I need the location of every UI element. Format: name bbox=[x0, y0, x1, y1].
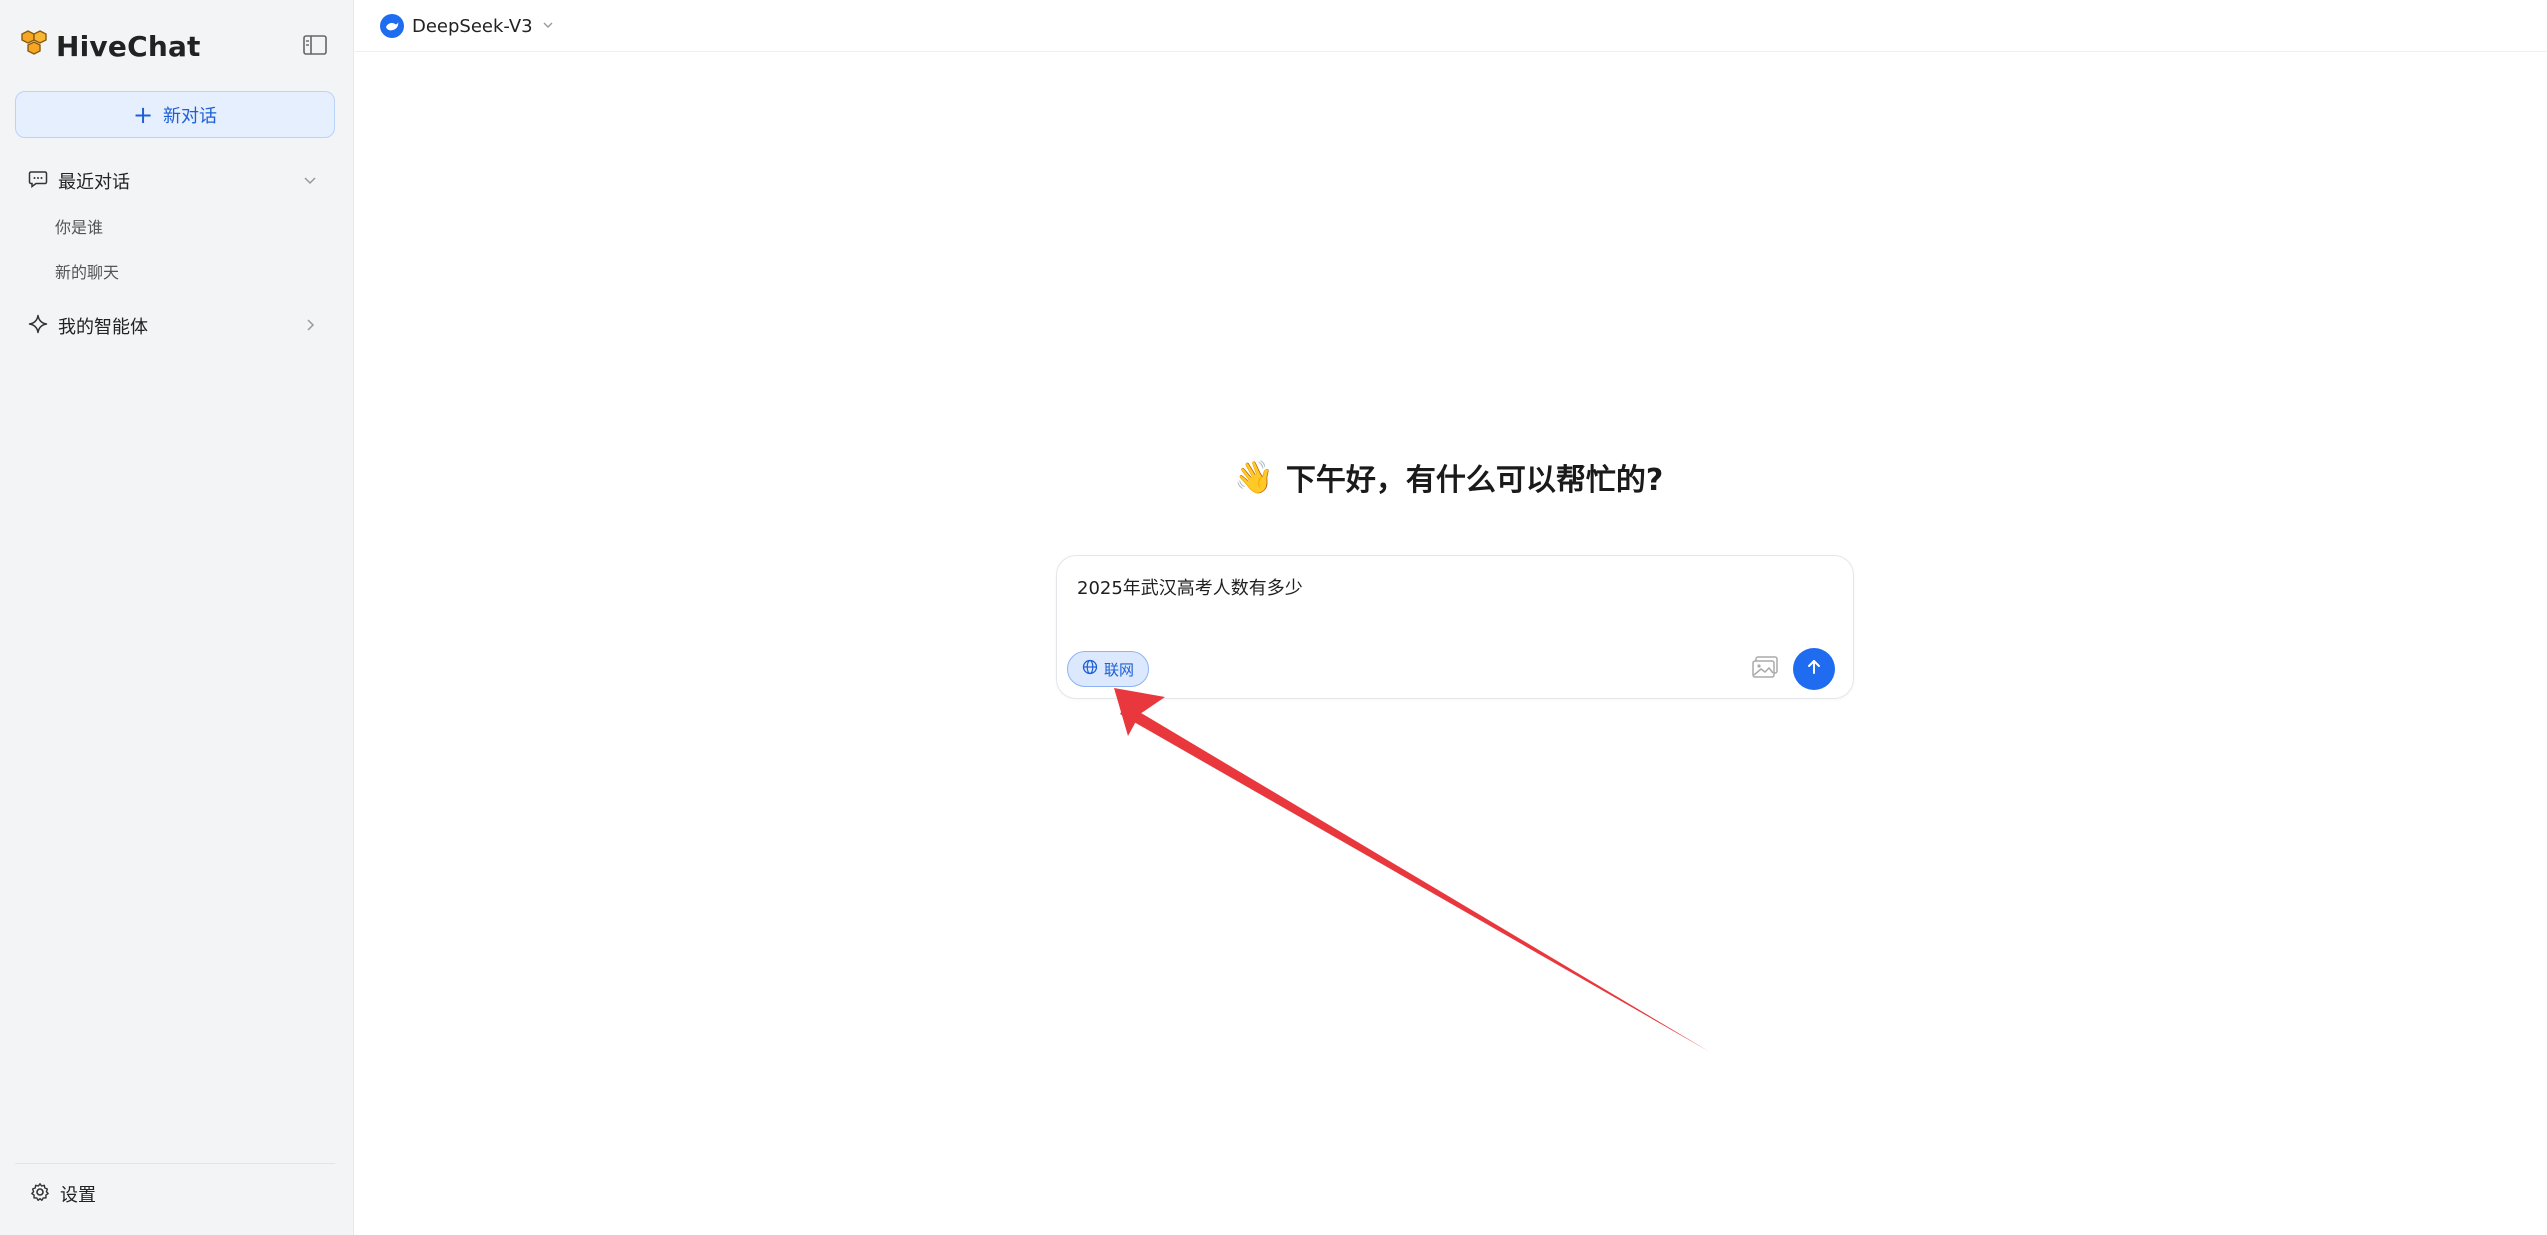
deepseek-logo-icon bbox=[380, 14, 404, 38]
top-bar: DeepSeek-V3 bbox=[354, 0, 2547, 52]
chevron-right-icon bbox=[302, 317, 318, 338]
plus-icon: + bbox=[132, 100, 154, 129]
chat-bubble-icon bbox=[28, 169, 48, 194]
settings-button[interactable]: 设置 bbox=[30, 1180, 96, 1208]
web-search-toggle[interactable]: 联网 bbox=[1067, 651, 1149, 687]
chat-input-card: 联网 bbox=[1056, 555, 1854, 699]
globe-icon bbox=[1082, 659, 1098, 679]
sparkle-icon bbox=[28, 314, 48, 339]
sidebar-toggle-button[interactable] bbox=[302, 35, 328, 59]
app-window: HiveChat + 新对话 最近对话 你是谁 新的聊天 我的智能体 设置 De… bbox=[0, 0, 2547, 1235]
greeting: 👋 下午好，有什么可以帮忙的? bbox=[1234, 454, 1663, 500]
chevron-down-icon bbox=[302, 172, 318, 193]
settings-label: 设置 bbox=[60, 1185, 96, 1206]
sidebar: HiveChat + 新对话 最近对话 你是谁 新的聊天 我的智能体 设置 bbox=[0, 0, 354, 1235]
web-search-label: 联网 bbox=[1103, 660, 1134, 679]
app-logo[interactable]: HiveChat bbox=[18, 26, 201, 66]
model-selector[interactable]: DeepSeek-V3 bbox=[380, 12, 555, 40]
upload-image-button[interactable] bbox=[1749, 653, 1781, 685]
my-agents-label: 我的智能体 bbox=[58, 317, 148, 338]
greeting-text: 下午好，有什么可以帮忙的? bbox=[1285, 463, 1664, 498]
sidebar-divider bbox=[15, 1163, 335, 1164]
waving-hand-icon: 👋 bbox=[1234, 458, 1274, 496]
recent-conversations-label: 最近对话 bbox=[58, 172, 130, 193]
model-name: DeepSeek-V3 bbox=[412, 15, 533, 37]
app-name: HiveChat bbox=[56, 29, 201, 63]
image-icon bbox=[1751, 655, 1779, 683]
honeycomb-icon bbox=[18, 28, 50, 64]
gear-icon bbox=[30, 1182, 50, 1207]
panel-left-icon bbox=[303, 35, 327, 59]
recent-conversations-toggle[interactable]: 最近对话 bbox=[28, 166, 328, 196]
chat-input[interactable] bbox=[1077, 576, 1777, 597]
send-button[interactable] bbox=[1793, 648, 1835, 690]
conversation-item[interactable]: 新的聊天 bbox=[55, 261, 119, 285]
conversation-item[interactable]: 你是谁 bbox=[55, 216, 103, 240]
new-chat-button[interactable]: + 新对话 bbox=[15, 91, 335, 138]
arrow-up-icon bbox=[1805, 658, 1823, 680]
chevron-down-icon bbox=[541, 17, 555, 36]
my-agents-toggle[interactable]: 我的智能体 bbox=[28, 311, 328, 341]
new-chat-label: 新对话 bbox=[163, 105, 218, 127]
